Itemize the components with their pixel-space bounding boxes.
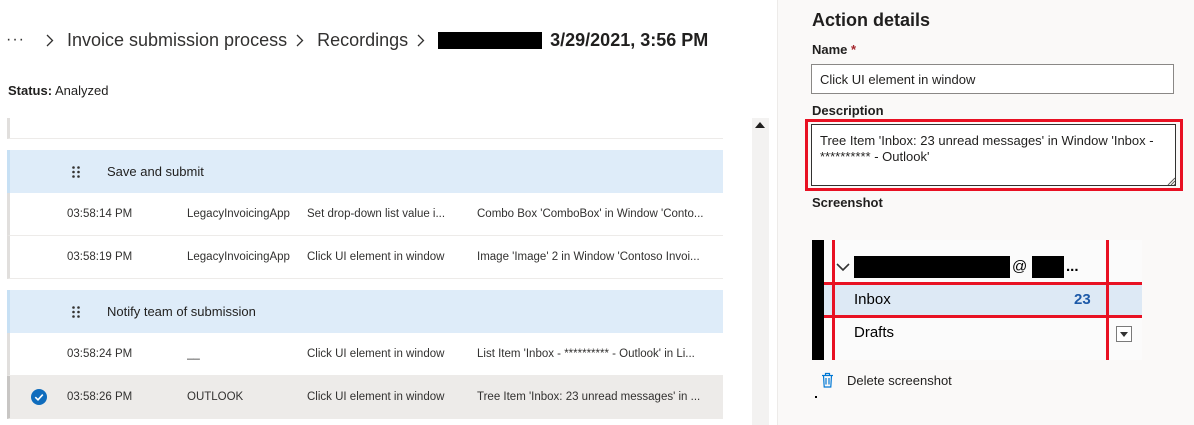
account-ellipsis: ...: [1066, 258, 1079, 275]
account-at-sign: @: [1012, 258, 1028, 275]
delete-screenshot-button[interactable]: Delete screenshot: [821, 370, 952, 390]
step-application: LegacyInvoicingApp: [187, 208, 290, 220]
screenshot-label: Screenshot: [812, 195, 883, 210]
name-field[interactable]: [811, 64, 1174, 94]
checkmark-circle-icon[interactable]: [10, 389, 67, 405]
status-line: Status: Analyzed: [8, 83, 108, 98]
step-action: Click UI element in window: [307, 391, 445, 403]
list-item[interactable]: [7, 118, 723, 139]
description-label: Description: [812, 103, 884, 118]
status-label: Status:: [8, 83, 53, 98]
vertical-scrollbar[interactable]: [752, 118, 769, 425]
group-header-save-and-submit[interactable]: Save and submit: [7, 150, 723, 193]
required-mark: *: [851, 42, 857, 57]
step-action: Click UI element in window: [307, 348, 445, 360]
step-application: LegacyInvoicingApp: [187, 251, 290, 263]
breadcrumb-item-recordings[interactable]: Recordings: [317, 30, 408, 51]
step-application: OUTLOOK: [187, 391, 244, 403]
chevron-down-icon: [836, 263, 850, 272]
redacted-domain: [1032, 256, 1064, 278]
group-title: Notify team of submission: [107, 304, 256, 319]
step-time: 03:58:26 PM: [67, 391, 133, 403]
table-row-selected[interactable]: 03:58:26 PM OUTLOOK Click UI element in …: [7, 376, 723, 419]
step-time: 03:58:19 PM: [67, 251, 133, 263]
chevron-right-icon: [43, 34, 57, 47]
status-value: Analyzed: [54, 83, 109, 98]
breadcrumb: ··· Invoice submission process Recording…: [6, 28, 708, 52]
step-target: Image 'Image' 2 in Window 'Contoso Invoi…: [477, 251, 700, 263]
breadcrumb-current-recording: 3/29/2021, 3:56 PM: [550, 29, 709, 50]
screenshot-inbox-count: 23: [1074, 291, 1091, 308]
chevron-right-icon: [414, 34, 428, 47]
delete-screenshot-label: Delete screenshot: [847, 372, 952, 388]
screenshot-drafts-label: Drafts: [854, 324, 895, 341]
step-target: Combo Box 'ComboBox' in Window 'Conto...: [477, 208, 704, 220]
step-action: Set drop-down list value i...: [307, 208, 446, 220]
panel-title: Action details: [812, 10, 931, 30]
action-step-list: Save and submit 03:58:14 PM LegacyInvoic…: [7, 118, 723, 419]
table-row[interactable]: 03:58:19 PM LegacyInvoicingApp Click UI …: [7, 236, 723, 279]
step-time: 03:58:24 PM: [67, 348, 133, 360]
drag-handle-icon[interactable]: [71, 165, 93, 179]
table-row[interactable]: 03:58:24 PM __ Click UI element in windo…: [7, 333, 723, 376]
chevron-right-icon: [293, 34, 307, 47]
screenshot-inbox-label: Inbox: [854, 291, 891, 308]
step-time: 03:58:14 PM: [67, 208, 133, 220]
trash-icon: [821, 372, 837, 388]
resize-grip-icon[interactable]: [1167, 177, 1175, 185]
description-field[interactable]: Tree Item 'Inbox: 23 unread messages' in…: [811, 124, 1176, 186]
group-title: Save and submit: [107, 164, 204, 179]
step-action: Click UI element in window: [307, 251, 445, 263]
redacted-recording-owner: [438, 31, 543, 49]
drag-handle-icon[interactable]: [71, 305, 93, 319]
recording-steps-pane: ··· Invoice submission process Recording…: [0, 0, 776, 425]
table-row[interactable]: 03:58:14 PM LegacyInvoicingApp Set drop-…: [7, 193, 723, 236]
step-application: __: [187, 348, 200, 360]
step-target: Tree Item 'Inbox: 23 unread messages' in…: [477, 391, 701, 403]
group-header-notify-team[interactable]: Notify team of submission: [7, 290, 723, 333]
redacted-account: [854, 256, 1010, 278]
step-screenshot: @ ... Inbox 23 Drafts: [812, 240, 1142, 360]
step-target: List Item 'Inbox - ********** - Outlook'…: [477, 348, 695, 360]
action-details-panel: Action details Name * Description Tree I…: [777, 0, 1194, 425]
scroll-up-arrow-icon[interactable]: [755, 122, 765, 128]
name-label: Name *: [812, 42, 857, 57]
breadcrumb-item-process[interactable]: Invoice submission process: [67, 30, 287, 51]
ellipsis-icon[interactable]: ···: [6, 31, 25, 49]
chevron-down-icon: [1116, 326, 1132, 342]
